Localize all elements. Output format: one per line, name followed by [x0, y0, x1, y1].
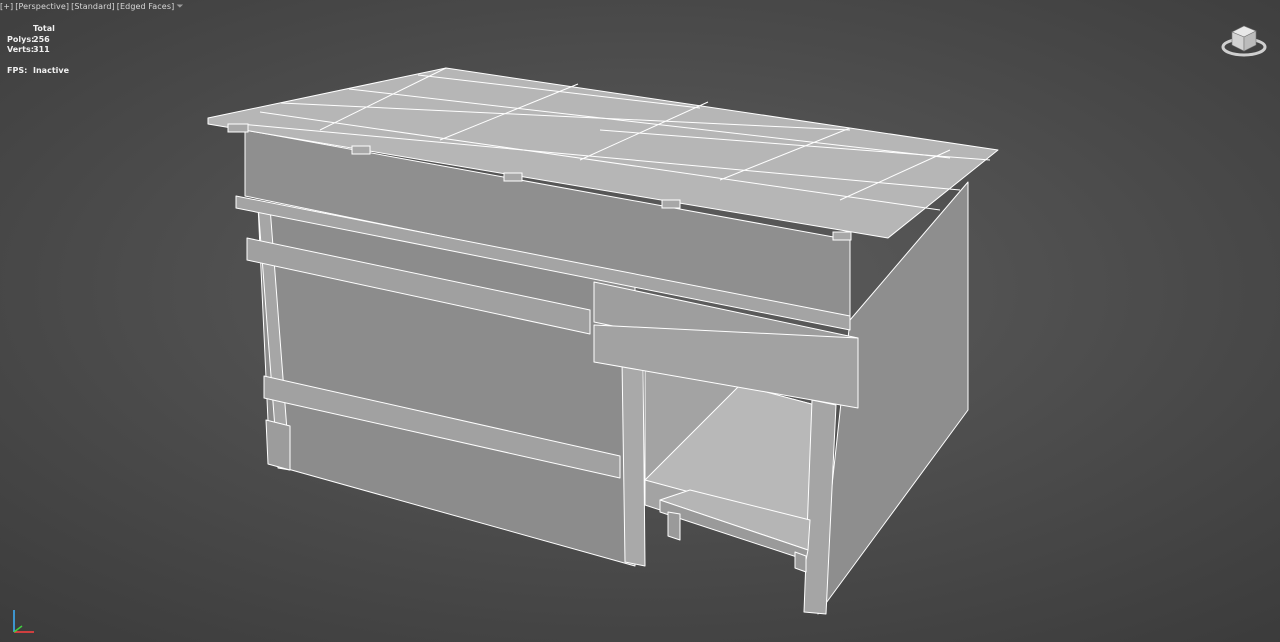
left-base-block [265, 419, 291, 471]
bench-leg-right [794, 551, 807, 573]
viewport-scene[interactable] [0, 0, 1280, 642]
bench-leg-left [667, 511, 681, 541]
door-post-left [621, 359, 646, 567]
axis-tripod-icon [4, 604, 38, 638]
